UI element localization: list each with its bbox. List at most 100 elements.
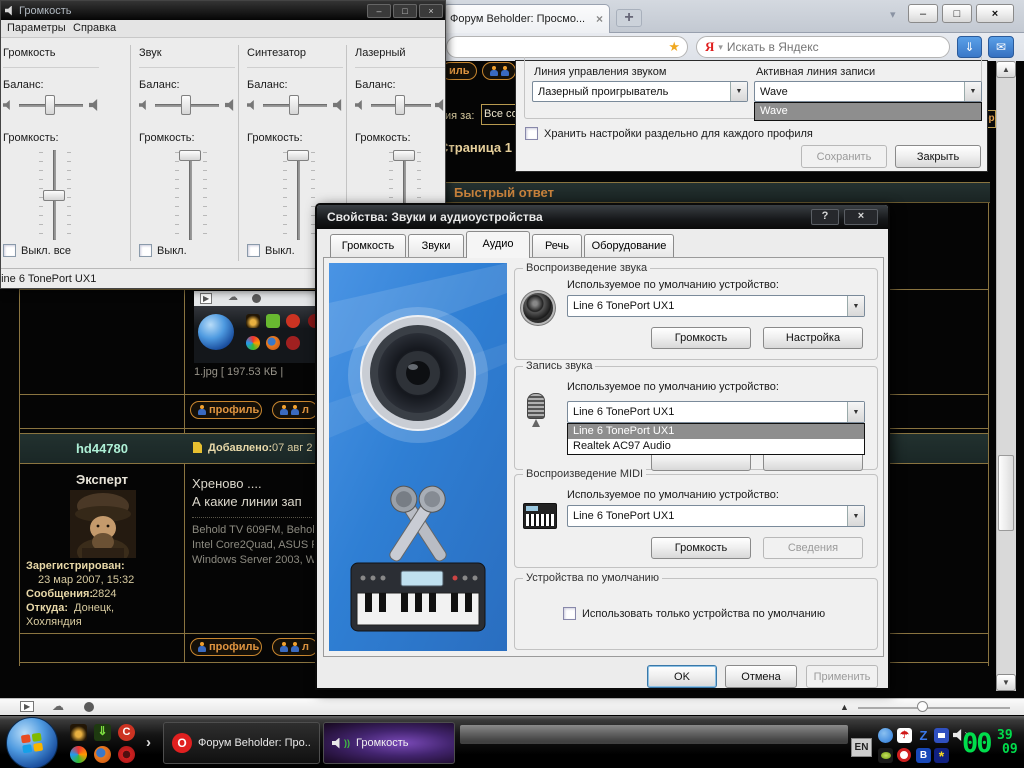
dropdown-option-selected[interactable]: Wave: [755, 103, 981, 120]
tray-icon-z[interactable]: Z: [916, 728, 931, 743]
mixer-minimize-button[interactable]: –: [367, 4, 391, 18]
save-button[interactable]: Сохранить: [801, 145, 887, 168]
volume-thumb[interactable]: [393, 150, 415, 161]
defaults-checkbox[interactable]: [563, 607, 576, 620]
tab-audio[interactable]: Аудио: [466, 231, 530, 258]
combo-arrow-icon[interactable]: ▼: [847, 506, 864, 526]
combo-arrow-icon[interactable]: ▼: [847, 296, 864, 316]
balance-thumb[interactable]: [181, 95, 191, 115]
tab-hardware[interactable]: Оборудование: [584, 234, 674, 258]
tray-icon-nvidia[interactable]: [878, 748, 893, 763]
combo-arrow-icon[interactable]: ▼: [730, 82, 747, 101]
new-tab-button[interactable]: +: [616, 9, 642, 27]
recording-dropdown-list[interactable]: Line 6 TonePort UX1 Realtek AC97 Audio: [567, 423, 865, 455]
record-line-dropdown-list[interactable]: Wave: [754, 102, 982, 121]
midi-details-button[interactable]: Сведения: [763, 537, 863, 559]
playback-settings-button[interactable]: Настройка: [763, 327, 863, 349]
tray-icon-antivirus[interactable]: ☂: [897, 728, 912, 743]
playback-device-combobox[interactable]: Line 6 TonePort UX1 ▼: [567, 295, 865, 317]
mixer-maximize-button[interactable]: □: [393, 4, 417, 18]
volume-thumb[interactable]: [43, 190, 65, 201]
browser-tab-active[interactable]: Форум Beholder: Просмо... ×: [443, 4, 610, 33]
dialog-titlebar[interactable]: Свойства: Звуки и аудиоустройства ? ×: [317, 205, 888, 229]
mute-checkbox[interactable]: [247, 244, 260, 257]
pm-button-fragment[interactable]: [482, 62, 516, 80]
combo-arrow-icon[interactable]: ▼: [847, 402, 864, 422]
filter-select-fragment[interactable]: Все со: [481, 104, 516, 125]
mixer-titlebar[interactable]: Громкость – □ ×: [1, 1, 446, 20]
tray-icon-b[interactable]: B: [916, 748, 931, 763]
language-indicator[interactable]: EN: [851, 738, 872, 757]
recording-device-combobox[interactable]: Line 6 TonePort UX1 ▼: [567, 401, 865, 423]
tab-volume[interactable]: Громкость: [330, 234, 406, 258]
strip-collapse-icon[interactable]: ▲: [840, 702, 849, 712]
mute-checkbox[interactable]: [3, 244, 16, 257]
attachment-thumbnail[interactable]: ▶ ☁: [194, 291, 320, 363]
volume-track[interactable]: [189, 150, 192, 240]
midi-device-combobox[interactable]: Line 6 TonePort UX1 ▼: [567, 505, 865, 527]
yandex-search-box[interactable]: Я ▾: [696, 36, 950, 58]
quicklaunch-icon-4[interactable]: [70, 746, 87, 763]
profile-button[interactable]: профиль: [190, 401, 262, 419]
quicklaunch-icon-5[interactable]: [94, 746, 111, 763]
menu-help[interactable]: Справка: [73, 22, 116, 34]
mail-button[interactable]: ✉: [988, 36, 1014, 58]
window-menu-dropdown-icon[interactable]: ▾: [890, 8, 896, 21]
browser-minimize-button[interactable]: –: [908, 4, 938, 23]
volume-thumb[interactable]: [179, 150, 201, 161]
cancel-button[interactable]: Отмена: [725, 665, 797, 688]
profile-checkbox[interactable]: [525, 127, 538, 140]
strip-cloud-icon[interactable]: ☁: [52, 699, 64, 713]
profile-button-fragment[interactable]: иль: [441, 62, 477, 80]
scrollbar-thumb[interactable]: [998, 455, 1014, 531]
ok-button[interactable]: OK: [647, 665, 717, 688]
tab-speech[interactable]: Речь: [532, 234, 582, 258]
combo-arrow-icon[interactable]: ▼: [964, 82, 981, 101]
bookmark-star-icon[interactable]: ★: [668, 39, 680, 55]
tray-icon-red-ring[interactable]: [897, 748, 911, 762]
dropdown-option[interactable]: Realtek AC97 Audio: [568, 439, 864, 454]
address-bar[interactable]: ★: [446, 36, 688, 58]
quicklaunch-icon-1[interactable]: [70, 724, 87, 741]
quicklaunch-icon-3[interactable]: C: [118, 724, 135, 741]
strip-slider-track[interactable]: [858, 707, 1010, 709]
search-input[interactable]: [727, 40, 941, 54]
post-author[interactable]: hd44780: [20, 441, 184, 456]
strip-slider-thumb[interactable]: [917, 701, 928, 712]
task-button-forum[interactable]: O Форум Beholder: Про...: [163, 722, 320, 764]
dropdown-option-selected[interactable]: Line 6 TonePort UX1: [568, 424, 864, 439]
strip-circle-icon[interactable]: [84, 702, 94, 712]
start-button[interactable]: [6, 717, 58, 768]
balance-thumb[interactable]: [45, 95, 55, 115]
avatar[interactable]: [70, 490, 136, 558]
tray-icon-floppy[interactable]: [934, 728, 949, 743]
pm-button[interactable]: л: [272, 401, 318, 419]
midi-volume-button[interactable]: Громкость: [651, 537, 751, 559]
download-button[interactable]: ⇓: [957, 36, 982, 58]
pm-button[interactable]: л: [272, 638, 318, 656]
mixer-close-button[interactable]: ×: [419, 4, 443, 18]
profile-button[interactable]: профиль: [190, 638, 262, 656]
scrollbar-up-button[interactable]: ▲: [996, 61, 1016, 78]
dialog-close-button[interactable]: ×: [844, 209, 878, 225]
volume-thumb[interactable]: [287, 150, 309, 161]
yandex-dropdown-icon[interactable]: ▾: [718, 42, 723, 53]
apply-button[interactable]: Применить: [806, 665, 878, 688]
tab-close-icon[interactable]: ×: [596, 12, 603, 26]
balance-thumb[interactable]: [289, 95, 299, 115]
control-line-combobox[interactable]: Лазерный проигрыватель ▼: [532, 81, 748, 102]
dialog-help-button[interactable]: ?: [811, 209, 839, 225]
playback-volume-button[interactable]: Громкость: [651, 327, 751, 349]
quicklaunch-chevron[interactable]: ›: [146, 734, 151, 751]
volume-track[interactable]: [297, 150, 300, 240]
tray-icon-blue[interactable]: [878, 728, 893, 743]
task-button-volume[interactable]: )) Громкость: [323, 722, 455, 764]
menu-options[interactable]: Параметры: [7, 22, 66, 34]
tab-sounds[interactable]: Звуки: [408, 234, 464, 258]
tray-icon-burst[interactable]: *: [934, 748, 949, 763]
browser-maximize-button[interactable]: □: [942, 4, 972, 23]
attachment-caption[interactable]: 1.jpg [ 197.53 КБ |: [194, 366, 283, 378]
close-dialog-button[interactable]: Закрыть: [895, 145, 981, 168]
strip-play-icon[interactable]: ▶: [20, 701, 34, 712]
browser-close-button[interactable]: ×: [976, 4, 1014, 23]
